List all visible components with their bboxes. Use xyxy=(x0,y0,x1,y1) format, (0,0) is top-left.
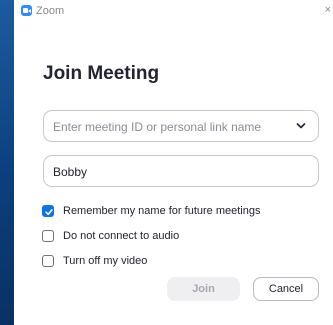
desktop-background xyxy=(0,0,14,325)
zoom-logo-icon xyxy=(21,5,32,16)
chevron-down-icon[interactable] xyxy=(296,122,306,130)
meeting-id-input[interactable]: Enter meeting ID or personal link name xyxy=(43,110,319,142)
join-button[interactable]: Join xyxy=(167,277,240,301)
video-off-checkbox[interactable] xyxy=(42,255,54,267)
title-bar: Zoom × xyxy=(14,0,333,22)
window-title: Zoom xyxy=(36,5,65,17)
cancel-button[interactable]: Cancel xyxy=(253,277,319,301)
remember-name-label: Remember my name for future meetings xyxy=(63,205,261,217)
no-audio-label: Do not connect to audio xyxy=(63,230,180,242)
check-icon xyxy=(45,208,53,216)
name-input-value: Bobby xyxy=(53,165,88,179)
meeting-id-placeholder: Enter meeting ID or personal link name xyxy=(53,120,262,134)
name-input[interactable]: Bobby xyxy=(43,155,319,187)
page-title: Join Meeting xyxy=(43,63,160,84)
join-meeting-window: Zoom × Join Meeting Enter meeting ID or … xyxy=(14,0,333,325)
remember-name-checkbox[interactable] xyxy=(42,205,54,217)
video-off-label: Turn off my video xyxy=(63,255,148,267)
close-icon[interactable]: × xyxy=(325,4,331,16)
no-audio-checkbox[interactable] xyxy=(42,230,54,242)
